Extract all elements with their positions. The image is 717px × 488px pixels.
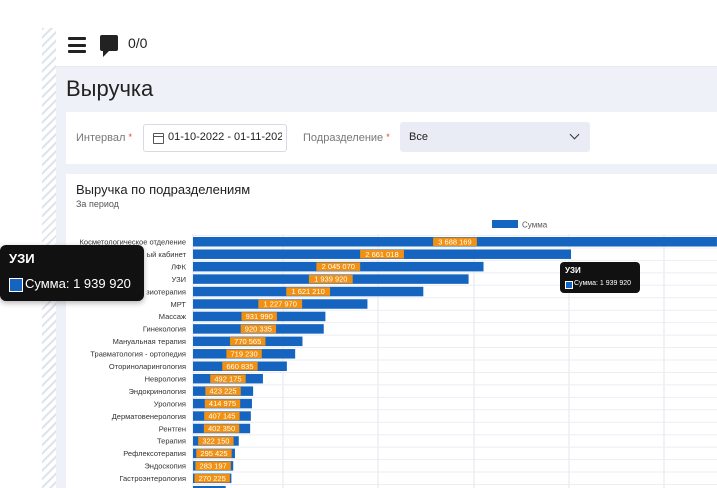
chart-tooltip: УЗИ Сумма: 1 939 920 bbox=[560, 262, 640, 293]
zoomed-tooltip-title: УЗИ bbox=[9, 251, 35, 266]
data-label: 322 150 bbox=[202, 437, 229, 446]
data-label: 423 225 bbox=[209, 387, 236, 396]
chart-tooltip-title: УЗИ bbox=[565, 266, 581, 275]
data-label: 719 230 bbox=[231, 349, 258, 358]
data-label: 770 565 bbox=[234, 337, 261, 346]
revenue-bar-chart: СуммаКосметологическое отделение 3 688 16… bbox=[80, 220, 717, 488]
data-label: 407 145 bbox=[208, 412, 235, 421]
data-label: 3 688 169 bbox=[438, 237, 471, 246]
category-label: Массаж bbox=[159, 312, 186, 321]
category-label: ЛФК bbox=[171, 262, 187, 271]
data-label: 2 045 070 bbox=[322, 262, 355, 271]
category-label: УЗИ bbox=[171, 275, 186, 284]
category-label: Мануальная терапия bbox=[113, 337, 186, 346]
zoomed-tooltip: УЗИ Сумма: 1 939 920 bbox=[0, 245, 144, 301]
category-label: Гастроэнтерология bbox=[119, 474, 186, 483]
category-label: Терапия bbox=[157, 437, 186, 446]
data-label: 1 939 920 bbox=[314, 275, 347, 284]
data-label: 414 975 bbox=[209, 399, 236, 408]
category-label: Дерматовенерология bbox=[112, 412, 186, 421]
data-label: 2 661 018 bbox=[365, 250, 398, 259]
legend-swatch bbox=[492, 220, 518, 228]
data-label: 660 835 bbox=[226, 362, 253, 371]
category-label: Гинекология bbox=[143, 325, 186, 334]
data-label: 1 227 970 bbox=[264, 300, 297, 309]
zoomed-tooltip-value: Сумма: 1 939 920 bbox=[25, 276, 131, 291]
legend-label: Сумма bbox=[522, 221, 548, 230]
data-label: 492 175 bbox=[214, 374, 241, 383]
chart-tooltip-value: Сумма: 1 939 920 bbox=[574, 280, 632, 287]
category-label: ый кабинет bbox=[147, 250, 187, 259]
category-label: Оториноларингология bbox=[109, 362, 186, 371]
data-label: 1 621 210 bbox=[291, 287, 324, 296]
category-label: Эндокринология bbox=[129, 387, 187, 396]
category-label: Рефлексотерапия bbox=[123, 449, 186, 458]
category-label: Урология bbox=[154, 399, 186, 408]
zoomed-tooltip-swatch bbox=[9, 278, 23, 292]
category-label: Рентген bbox=[159, 424, 186, 433]
category-label: зиотерапия bbox=[146, 287, 186, 296]
category-label: Травматология - ортопедия bbox=[90, 350, 186, 359]
category-label: Неврология bbox=[145, 374, 186, 383]
data-label: 283 197 bbox=[200, 461, 227, 470]
data-label: 931 990 bbox=[246, 312, 273, 321]
category-label: МРТ bbox=[171, 300, 187, 309]
data-label: 402 350 bbox=[208, 424, 235, 433]
chart-tooltip-swatch bbox=[565, 281, 573, 289]
data-label: 295 425 bbox=[200, 449, 227, 458]
data-label: 920 335 bbox=[245, 324, 272, 333]
data-label: 270 225 bbox=[199, 474, 226, 483]
category-label: Эндоскопия bbox=[144, 462, 186, 471]
